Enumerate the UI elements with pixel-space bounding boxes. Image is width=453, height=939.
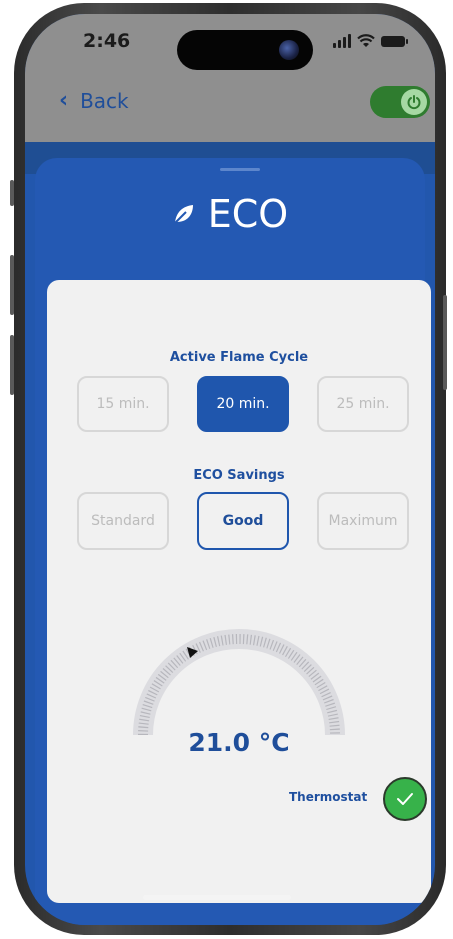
flame-cycle-15-button[interactable]: 15 min. [77, 376, 169, 432]
eco-maximum-button[interactable]: Maximum [317, 492, 409, 550]
active-flame-cycle-label: Active Flame Cycle [169, 350, 309, 365]
dynamic-island [177, 30, 313, 70]
home-indicator[interactable] [143, 895, 291, 900]
title-text: ECO [207, 192, 289, 236]
phone-screen: 2:46 ‹ Back ECO Active Flame Cycle 15 mi… [25, 14, 435, 925]
eco-sheet: ECO Active Flame Cycle 15 min. 20 min. 2… [35, 158, 431, 925]
flame-cycle-20-button[interactable]: 20 min. [197, 376, 289, 432]
volume-up-button [10, 255, 14, 315]
power-side-button [443, 295, 447, 390]
back-button[interactable]: ‹ Back [59, 88, 129, 113]
power-toggle[interactable] [370, 86, 430, 118]
eco-good-button[interactable]: Good [197, 492, 289, 550]
leaf-icon [174, 205, 193, 224]
flame-cycle-25-button[interactable]: 25 min. [317, 376, 409, 432]
signal-icon [333, 34, 351, 48]
battery-icon [381, 35, 408, 47]
chevron-left-icon: ‹ [59, 88, 69, 113]
thermostat-label: Thermostat [289, 790, 368, 804]
wifi-icon [357, 34, 375, 47]
temperature-dial[interactable] [124, 620, 354, 740]
settings-card: Active Flame Cycle 15 min. 20 min. 25 mi… [47, 280, 431, 903]
checkmark-icon [397, 793, 413, 805]
silent-switch [10, 180, 14, 206]
back-label: Back [80, 88, 129, 113]
status-time: 2:46 [83, 30, 131, 52]
eco-savings-label: ECO Savings [193, 468, 285, 483]
temperature-readout: 21.0 °C [188, 728, 290, 757]
thermostat-check-button[interactable] [383, 777, 427, 821]
camera-icon [279, 40, 299, 60]
top-bar: 2:46 ‹ Back [25, 14, 435, 142]
power-icon [401, 89, 427, 115]
sheet-grabber[interactable] [220, 168, 260, 171]
volume-down-button [10, 335, 14, 395]
eco-standard-button[interactable]: Standard [77, 492, 169, 550]
status-icons [333, 34, 408, 48]
page-title: ECO [35, 192, 425, 236]
